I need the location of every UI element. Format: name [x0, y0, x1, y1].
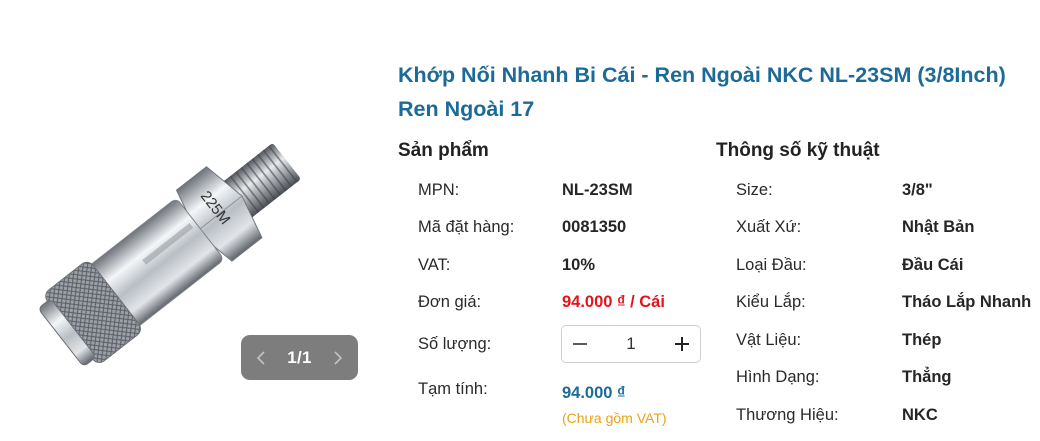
unit-price-label: Đơn giá:: [418, 293, 482, 311]
quantity-label: Số lượng:: [418, 335, 492, 353]
spec-label: Hình Dạng:: [736, 368, 820, 386]
subtotal-vat-note: (Chưa gồm VAT): [562, 410, 667, 426]
vat-value: 10%: [562, 256, 596, 274]
spec-value: Đầu Cái: [902, 256, 964, 274]
specs-section-heading: Thông số kỹ thuật: [716, 140, 880, 161]
spec-value: NKC: [902, 406, 938, 424]
spec-value: Nhật Bản: [902, 218, 975, 236]
mpn-value: NL-23SM: [562, 181, 633, 199]
unit-price-value: 94.000 ₫ / Cái: [562, 293, 665, 311]
plus-icon: [675, 337, 689, 351]
spec-label: Size:: [736, 181, 773, 199]
increase-quantity-button[interactable]: [670, 332, 694, 356]
subtotal-label: Tạm tính:: [418, 380, 488, 398]
product-gallery: 225M 1/1: [0, 0, 380, 441]
spec-value: 3/8": [902, 181, 933, 199]
subtotal-value: 94.000 ₫: [562, 384, 626, 402]
quantity-stepper: [561, 325, 701, 363]
spec-label: Thương Hiệu:: [736, 406, 839, 424]
spec-label: Xuất Xứ:: [736, 218, 802, 236]
chevron-left-icon[interactable]: [253, 349, 271, 367]
spec-label: Loại Đầu:: [736, 256, 807, 274]
mpn-label: MPN:: [418, 181, 460, 199]
spec-value: Tháo Lắp Nhanh: [902, 293, 1032, 311]
quantity-input[interactable]: [604, 333, 658, 355]
spec-label: Vật Liệu:: [736, 331, 802, 349]
decrease-quantity-button[interactable]: [568, 332, 592, 356]
order-code-label: Mã đặt hàng:: [418, 218, 515, 236]
spec-value: Thẳng: [902, 368, 952, 386]
image-pager: 1/1: [241, 335, 358, 380]
vat-label: VAT:: [418, 256, 451, 274]
product-section-heading: Sản phẩm: [398, 140, 489, 161]
product-title: Khớp Nối Nhanh Bi Cái - Ren Ngoài NKC NL…: [398, 63, 1006, 121]
chevron-right-icon[interactable]: [328, 349, 346, 367]
image-counter: 1/1: [287, 347, 312, 367]
order-code-value: 0081350: [562, 218, 627, 236]
minus-icon: [573, 343, 587, 345]
spec-value: Thép: [902, 331, 942, 349]
spec-label: Kiểu Lắp:: [736, 293, 806, 311]
